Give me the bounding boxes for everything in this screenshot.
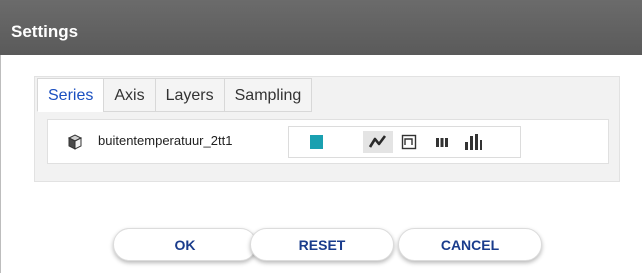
- tab-axis[interactable]: Axis: [103, 78, 155, 112]
- tab-sampling[interactable]: Sampling: [223, 78, 313, 112]
- line-chart-icon[interactable]: [363, 131, 393, 153]
- dialog-titlebar: Settings: [0, 0, 642, 55]
- series-controls: [288, 126, 521, 158]
- column-chart-icon[interactable]: [458, 131, 488, 153]
- series-color-swatch[interactable]: [310, 135, 323, 149]
- cancel-button[interactable]: CANCEL: [398, 228, 542, 261]
- dialog-title: Settings: [11, 22, 79, 41]
- tab-bar: Series Axis Layers Sampling: [37, 78, 313, 112]
- cube-icon: [67, 134, 83, 150]
- tab-series[interactable]: Series: [37, 78, 104, 112]
- step-chart-icon[interactable]: [394, 131, 424, 153]
- series-name: buitentemperatuur_2tt1: [98, 133, 233, 148]
- tab-layers[interactable]: Layers: [154, 78, 224, 112]
- ok-button[interactable]: OK: [113, 228, 257, 261]
- window-edge: [0, 55, 1, 273]
- bar-chart-icon[interactable]: [427, 131, 457, 153]
- series-row: buitentemperatuur_2tt1: [47, 119, 609, 164]
- reset-button[interactable]: RESET: [250, 228, 394, 261]
